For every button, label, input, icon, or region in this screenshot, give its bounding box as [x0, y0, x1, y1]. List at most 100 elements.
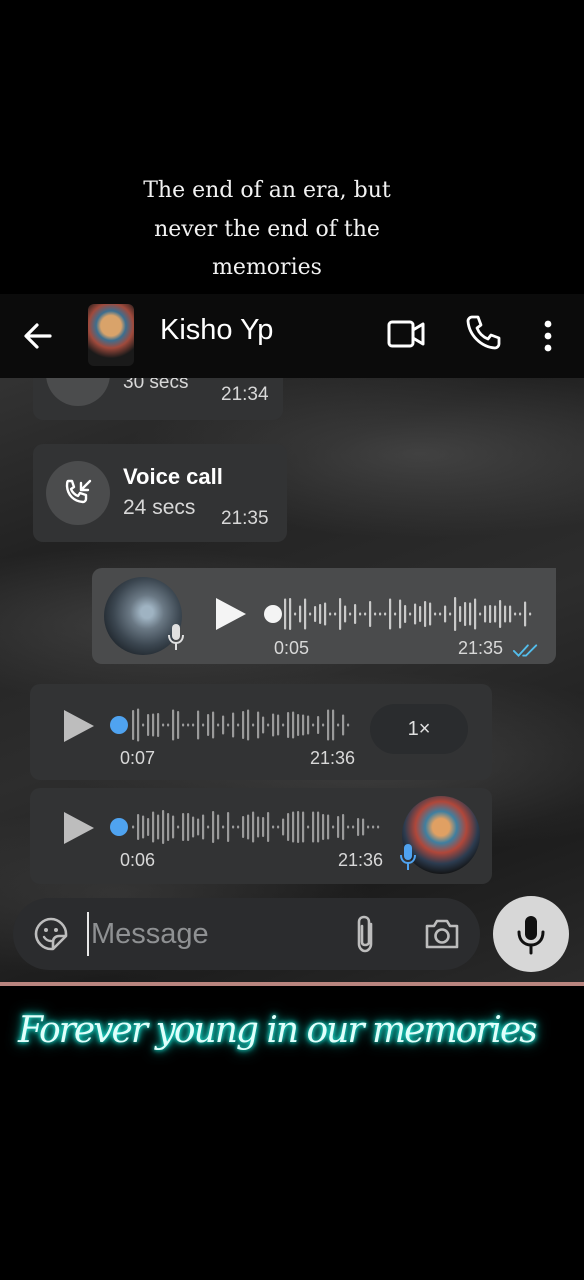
waveform-bar: [152, 811, 155, 843]
waveform-bar: [167, 813, 170, 841]
waveform-bar: [267, 723, 270, 727]
waveform-bar: [362, 818, 365, 836]
waveform-bar: [132, 710, 135, 740]
back-arrow-icon[interactable]: [18, 316, 58, 356]
waveform-bar: [282, 723, 285, 727]
waveform-bar: [314, 606, 317, 622]
waveform-bar: [142, 815, 145, 839]
waveform-bar: [384, 612, 387, 616]
waveform-bar: [302, 811, 305, 843]
waveform-bar: [297, 714, 300, 736]
divider-line: [0, 982, 584, 986]
waveform-bar: [339, 598, 342, 630]
waveform-bar: [474, 598, 477, 630]
waveform-bar: [272, 825, 275, 829]
waveform-bar: [439, 612, 442, 616]
voice-waveform[interactable]: [130, 705, 350, 745]
voice-waveform[interactable]: [282, 594, 532, 634]
waveform-bar: [347, 825, 350, 829]
waveform-bar: [187, 813, 190, 841]
waveform-bar: [287, 712, 290, 738]
phone-icon[interactable]: [463, 312, 503, 352]
waveform-bar: [337, 816, 340, 838]
waveform-bar: [172, 709, 175, 741]
waveform-bar: [237, 825, 240, 829]
waveform-bar: [202, 814, 205, 840]
play-icon[interactable]: [60, 708, 96, 744]
contact-name[interactable]: Kisho Yp: [160, 314, 273, 347]
playback-position[interactable]: [110, 818, 128, 836]
waveform-bar: [304, 598, 307, 630]
waveform-bar: [342, 714, 345, 736]
waveform-bar: [267, 812, 270, 842]
waveform-bar: [354, 604, 357, 624]
more-vert-icon[interactable]: [536, 316, 560, 356]
video-call-icon[interactable]: [386, 314, 426, 354]
record-voice-button[interactable]: [493, 896, 569, 972]
waveform-bar: [302, 714, 305, 736]
waveform-bar: [324, 602, 327, 626]
waveform-bar: [514, 612, 517, 616]
playback-speed-button[interactable]: 1×: [370, 704, 468, 754]
playback-position[interactable]: [264, 605, 282, 623]
mic-icon: [517, 916, 545, 955]
waveform-bar: [157, 713, 160, 737]
call-log-bubble[interactable]: Voice call 24 secs 21:35: [33, 444, 287, 542]
waveform-bar: [479, 612, 482, 616]
waveform-bar: [182, 813, 185, 841]
playback-position[interactable]: [110, 716, 128, 734]
waveform-bar: [162, 810, 165, 844]
quote-line: never the end of the: [154, 216, 380, 242]
waveform-bar: [349, 612, 352, 616]
waveform-bar: [429, 602, 432, 626]
waveform-bar: [494, 605, 497, 623]
attach-icon[interactable]: [351, 914, 379, 954]
waveform-bar: [232, 825, 235, 829]
message-time: 21:35: [458, 638, 504, 658]
waveform-bar: [379, 612, 382, 616]
waveform-bar: [394, 612, 397, 616]
waveform-bar: [227, 812, 230, 842]
waveform-bar: [147, 714, 150, 736]
call-icon-circle: [46, 461, 110, 525]
waveform-bar: [322, 723, 325, 727]
contact-avatar[interactable]: [88, 304, 134, 366]
waveform-bar: [524, 601, 527, 627]
waveform-bar: [434, 612, 437, 616]
play-icon[interactable]: [60, 810, 96, 846]
waveform-bar: [137, 708, 140, 742]
sticker-icon[interactable]: [33, 916, 69, 952]
play-icon[interactable]: [212, 596, 248, 632]
waveform-bar: [277, 714, 280, 736]
message-input[interactable]: [87, 912, 337, 956]
waveform-bar: [187, 723, 190, 727]
waveform-bar: [329, 612, 332, 616]
waveform-bar: [449, 612, 452, 616]
voice-message-bubble[interactable]: 0:06 21:36: [30, 788, 492, 884]
waveform-bar: [247, 709, 250, 741]
voice-message-bubble[interactable]: 1× 0:07 21:36: [30, 684, 492, 780]
caption-text: Forever young in our memories: [18, 1010, 538, 1051]
waveform-bar: [172, 815, 175, 839]
camera-icon[interactable]: [423, 916, 461, 952]
waveform-bar: [147, 818, 150, 836]
waveform-bar: [444, 605, 447, 623]
waveform-bar: [137, 814, 140, 840]
voice-message-bubble[interactable]: 0:05 21:35: [92, 568, 556, 664]
waveform-bar: [287, 813, 290, 841]
waveform-bar: [307, 825, 310, 829]
waveform-bar: [277, 825, 280, 829]
waveform-bar: [317, 811, 320, 843]
waveform-bar: [294, 612, 297, 616]
waveform-bar: [409, 612, 412, 616]
waveform-bar: [262, 817, 265, 837]
incoming-call-icon: [65, 479, 92, 504]
double-check-icon: [512, 644, 538, 657]
waveform-bar: [337, 723, 340, 727]
message-composer: [13, 898, 480, 970]
waveform-bar: [197, 710, 200, 740]
waveform-bar: [529, 612, 532, 616]
chat-screen: Kisho Yp 30 secs 21:34 Voice call 24 sec…: [0, 294, 584, 986]
waveform-bar: [292, 711, 295, 739]
voice-waveform[interactable]: [130, 807, 380, 847]
